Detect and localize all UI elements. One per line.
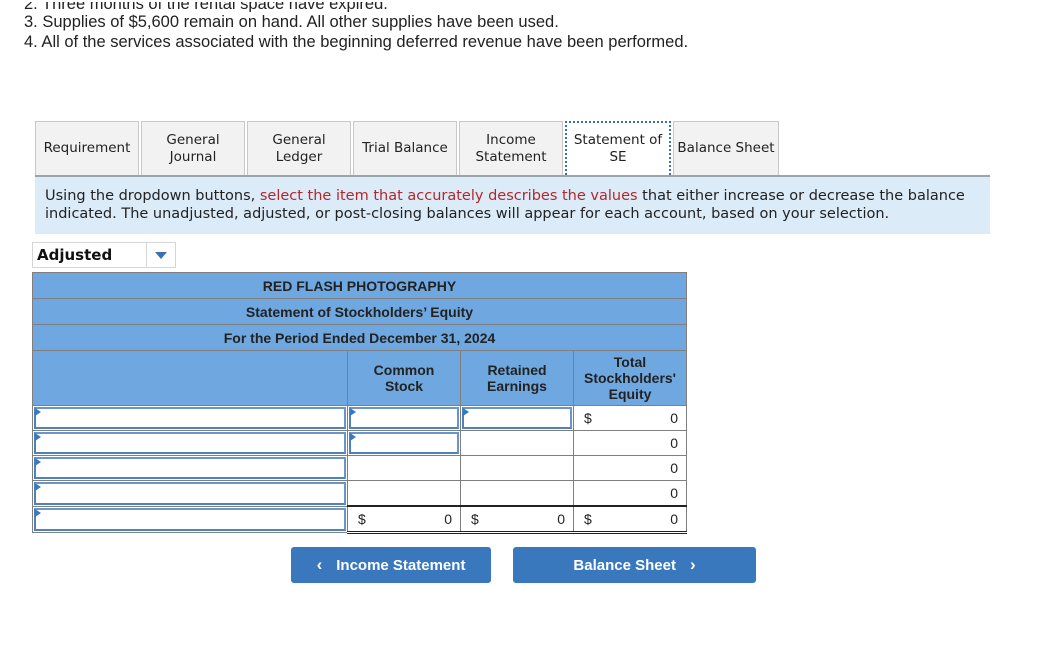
statement-title: Statement of Stockholders’ Equity: [32, 298, 687, 325]
total-equity-value: 0: [670, 460, 678, 476]
balance-type-dropdown[interactable]: Adjusted: [32, 242, 176, 268]
instruction-line-4: 4. All of the services associated with t…: [24, 33, 689, 51]
table-row: $0: [32, 405, 687, 431]
column-header-description: [32, 350, 348, 406]
chevron-down-icon: [155, 251, 167, 259]
common-stock-total: $0: [358, 511, 452, 527]
instruction-line-3: 3. Supplies of $5,600 remain on hand. Al…: [24, 13, 559, 31]
column-header-retained-earnings: Retained Earnings: [460, 350, 574, 406]
common-stock-input[interactable]: [349, 407, 459, 429]
tab-trial-balance[interactable]: Trial Balance: [353, 121, 457, 175]
total-equity-value: 0: [670, 435, 678, 451]
total-equity-value: 0: [670, 485, 678, 501]
instructions: 2. Three months of the rental space have…: [24, 2, 689, 52]
instruction-highlight: select the item that accurately describe…: [259, 188, 638, 204]
balance-type-value: Adjusted: [37, 246, 113, 264]
table-row: 0: [32, 430, 687, 456]
retained-earnings-input[interactable]: [462, 407, 572, 429]
retained-earnings-total: $0: [471, 511, 565, 527]
common-stock-input[interactable]: [349, 432, 459, 454]
description-dropdown[interactable]: [34, 482, 346, 505]
tab-bar: Requirement General Journal General Ledger…: [35, 121, 781, 175]
statement-period: For the Period Ended December 31, 2024: [32, 324, 687, 351]
description-dropdown[interactable]: [34, 432, 346, 454]
description-dropdown[interactable]: [34, 407, 346, 429]
retained-earnings-cell: [460, 455, 574, 481]
previous-income-statement-button[interactable]: ‹ Income Statement: [291, 547, 491, 583]
table-row: 0: [32, 480, 687, 507]
common-stock-cell: [347, 480, 461, 507]
total-equity-value: $0: [584, 410, 678, 426]
retained-earnings-cell: [460, 480, 574, 507]
tab-balance-sheet[interactable]: Balance Sheet: [673, 121, 779, 175]
instruction-banner: Using the dropdown buttons, select the i…: [35, 175, 990, 234]
total-equity-total: $0: [584, 511, 678, 527]
column-header-common-stock: Common Stock: [347, 350, 461, 406]
description-dropdown[interactable]: [34, 507, 346, 531]
tab-statement-of-se[interactable]: Statement of SE: [565, 121, 671, 175]
next-balance-sheet-button[interactable]: Balance Sheet ›: [513, 547, 756, 583]
tab-general-journal[interactable]: General Journal: [141, 121, 245, 175]
table-row: 0: [32, 455, 687, 481]
chevron-right-icon: ›: [689, 555, 696, 574]
tab-requirement[interactable]: Requirement: [35, 121, 139, 175]
statement-of-stockholders-equity-table: RED FLASH PHOTOGRAPHY Statement of Stock…: [32, 272, 687, 534]
chevron-left-icon: ‹: [316, 555, 323, 574]
column-header-total-equity: Total Stockholders' Equity: [573, 350, 687, 406]
tab-general-ledger[interactable]: General Ledger: [247, 121, 351, 175]
description-dropdown[interactable]: [34, 457, 346, 479]
common-stock-cell: [347, 455, 461, 481]
instruction-line-2-partial: 2. Three months of the rental space have…: [24, 2, 388, 12]
table-row-ending-balance: $0 $0 $0: [32, 505, 687, 534]
tab-income-statement[interactable]: Income Statement: [459, 121, 563, 175]
retained-earnings-cell: [460, 430, 574, 456]
company-name: RED FLASH PHOTOGRAPHY: [32, 272, 687, 299]
